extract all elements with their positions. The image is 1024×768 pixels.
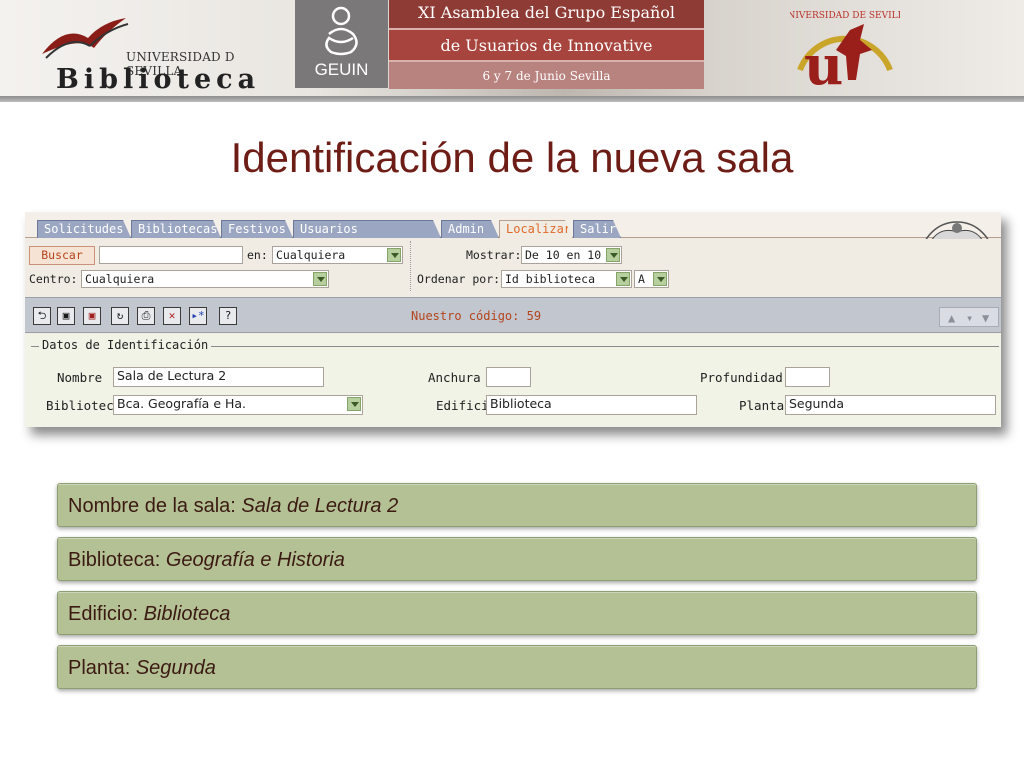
chevron-down-icon	[347, 397, 361, 411]
back-icon[interactable]: ⮌	[33, 307, 51, 325]
asamblea-line-1: XI Asamblea del Grupo Español	[389, 0, 704, 28]
biblioteca-select[interactable]: Bca. Geografía e Ha.	[113, 395, 363, 415]
biblioteca-label: Biblioteca	[46, 398, 122, 413]
profundidad-field[interactable]	[785, 367, 830, 387]
geuin-g-icon	[325, 6, 358, 56]
next-record-icon[interactable]: ▼	[982, 311, 989, 325]
library-name-text: Biblioteca	[56, 64, 261, 95]
nombre-field[interactable]: Sala de Lectura 2	[113, 367, 324, 387]
delete-icon[interactable]: ✕	[163, 307, 181, 325]
seal-text: UNIVERSIDAD DE SEVILLA	[790, 11, 900, 21]
geuin-logo: GEUIN	[295, 0, 388, 88]
info-bar-nombre: Nombre de la sala: Sala de Lectura 2	[57, 483, 977, 527]
codigo-text: Nuestro código: 59	[411, 309, 542, 323]
record-nav[interactable]: ▲ ▾ ▼	[939, 307, 999, 327]
planta-field[interactable]: Segunda	[785, 395, 996, 415]
orden-dir-value: A	[638, 272, 645, 286]
planta-label: Planta	[739, 398, 785, 413]
save-as-icon[interactable]: ▣	[83, 307, 101, 325]
slide-title: Identificación de la nueva sala	[230, 134, 794, 181]
ordenar-select[interactable]: Id biblioteca	[501, 270, 632, 288]
ordenar-label: Ordenar por:	[417, 272, 501, 286]
info-label: Planta:	[68, 657, 136, 679]
biblioteca-select-value: Bca. Geografía e Ha.	[117, 396, 247, 411]
search-input[interactable]	[99, 246, 243, 264]
chevron-down-icon[interactable]: ▾	[966, 311, 973, 325]
geuin-label: GEUIN	[314, 60, 369, 79]
tab-solicitudes[interactable]: Solicitudes	[37, 220, 131, 238]
book-icon	[42, 18, 129, 59]
centro-select-value: Cualquiera	[85, 272, 155, 286]
prev-record-icon[interactable]: ▲	[948, 311, 955, 325]
separator	[410, 241, 411, 291]
tab-bar: Solicitudes Bibliotecas Festivos Usuario…	[25, 212, 1001, 238]
chevron-down-icon	[606, 248, 620, 262]
anchura-label: Anchura	[428, 370, 481, 385]
svg-text:u: u	[804, 33, 843, 94]
mostrar-select-value: De 10 en 10	[525, 248, 602, 262]
search-controls: Buscar en: Cualquiera Centro: Cualquiera…	[25, 239, 1001, 297]
nombre-label: Nombre	[57, 370, 103, 385]
banner-divider	[0, 96, 1024, 102]
info-bar-edificio: Edificio: Biblioteca	[57, 591, 977, 635]
asamblea-line-3: 6 y 7 de Junio Sevilla	[389, 60, 704, 89]
buscar-button[interactable]: Buscar	[29, 246, 95, 265]
anchura-field[interactable]	[486, 367, 531, 387]
tab-festivos[interactable]: Festivos	[221, 220, 293, 238]
info-label: Nombre de la sala:	[68, 495, 242, 517]
info-label: Biblioteca:	[68, 549, 166, 571]
tab-localizar[interactable]: Localizar	[499, 220, 573, 238]
identificacion-form: Datos de Identificación Nombre Sala de L…	[25, 334, 1001, 427]
en-label: en:	[247, 248, 268, 262]
help-icon[interactable]: ?	[219, 307, 237, 325]
info-bar-biblioteca: Biblioteca: Geografía e Historia	[57, 537, 977, 581]
profundidad-label: Profundidad	[700, 370, 783, 385]
info-label: Edificio:	[68, 603, 144, 625]
info-value: Geografía e Historia	[165, 549, 345, 571]
edificio-field[interactable]: Biblioteca	[486, 395, 697, 415]
new-record-icon[interactable]: ▸*	[189, 307, 207, 325]
tab-salir[interactable]: Salir	[573, 220, 621, 238]
chevron-down-icon	[653, 272, 667, 286]
centro-label: Centro:	[29, 272, 78, 286]
info-value: Biblioteca	[143, 603, 231, 625]
tab-admin[interactable]: Admin	[441, 220, 499, 238]
header-banner: UNIVERSIDAD D SEVILLA Biblioteca GEUIN X…	[0, 0, 1024, 96]
library-logo: UNIVERSIDAD D SEVILLA Biblioteca	[36, 10, 276, 95]
asamblea-line-2: de Usuarios de Innovative	[389, 28, 704, 60]
tab-usuarios-millennium[interactable]: Usuarios Millennium	[293, 220, 441, 238]
ordenar-select-value: Id biblioteca	[505, 272, 596, 286]
info-value: Segunda	[135, 657, 216, 679]
en-select-value: Cualquiera	[276, 248, 346, 262]
chevron-down-icon	[616, 272, 630, 286]
asamblea-box: XI Asamblea del Grupo Español de Usuario…	[389, 0, 704, 89]
tab-bibliotecas[interactable]: Bibliotecas	[131, 220, 221, 238]
info-bar-planta: Planta: Segunda	[57, 645, 977, 689]
orden-dir-select[interactable]: A	[634, 270, 669, 288]
print-icon[interactable]: ⎙	[137, 307, 155, 325]
info-value: Sala de Lectura 2	[241, 495, 399, 517]
university-seal-icon: UNIVERSIDAD DE SEVILLA u	[790, 11, 900, 94]
en-select[interactable]: Cualquiera	[272, 246, 403, 264]
fieldset-legend: Datos de Identificación	[39, 338, 212, 352]
chevron-down-icon	[313, 272, 327, 286]
mostrar-select[interactable]: De 10 en 10	[521, 246, 622, 264]
chevron-down-icon	[387, 248, 401, 262]
save-icon[interactable]: ▣	[57, 307, 75, 325]
mostrar-label: Mostrar:	[466, 248, 522, 262]
toolbar: ⮌ ▣ ▣ ↻ ⎙ ✕ ▸* ? Nuestro código: 59 ▲ ▾ …	[25, 297, 1001, 333]
centro-select[interactable]: Cualquiera	[81, 270, 329, 288]
app-screenshot: Solicitudes Bibliotecas Festivos Usuario…	[25, 212, 1001, 427]
refresh-icon[interactable]: ↻	[111, 307, 129, 325]
